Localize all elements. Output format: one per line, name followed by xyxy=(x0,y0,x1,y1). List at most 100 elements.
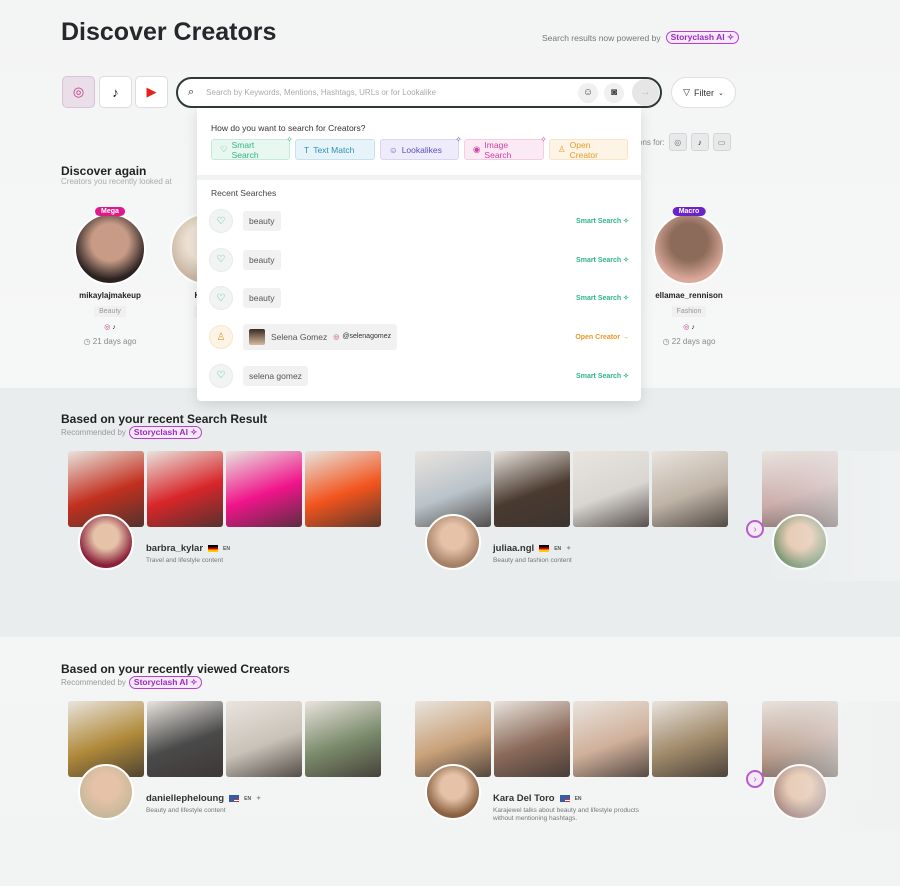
smart-search-icon: ♡ xyxy=(220,144,228,154)
flag-us-icon xyxy=(229,795,240,802)
mode-lookalikes-button[interactable]: ☺ Lookalikes ✧ xyxy=(380,135,462,160)
recent-search-action[interactable]: Smart Search ✧ xyxy=(576,294,629,302)
discover-again-title: Discover again xyxy=(61,164,147,178)
youtube-icon[interactable]: ▭ xyxy=(712,133,731,151)
recent-search-chip: beauty xyxy=(243,211,281,231)
tiktok-icon: ♪ xyxy=(112,324,116,331)
recent-search-item[interactable]: ♡ beauty Smart Search ✧ xyxy=(209,285,629,311)
recent-search-item[interactable]: ♡ beauty Smart Search ✧ xyxy=(209,247,629,273)
recent-searches-title: Recent Searches xyxy=(211,188,277,198)
category-tag: Fashion xyxy=(671,306,707,317)
recent-search-item[interactable]: ♡ selena gomez Smart Search ✧ xyxy=(209,363,629,389)
storyclash-ai-badge[interactable]: Storyclash AI ✧ xyxy=(665,31,740,44)
recent-search-chip: Selena Gomez ◎ @selenagomez xyxy=(243,324,398,351)
chevron-down-icon: ⌄ xyxy=(718,89,724,97)
submit-arrow-button[interactable]: → xyxy=(632,79,659,106)
post-thumbnail[interactable] xyxy=(226,451,302,527)
lightbulb-icon: ♡ xyxy=(209,286,233,311)
next-arrow-button[interactable]: › xyxy=(746,770,764,788)
recent-search-item[interactable]: ♙ Selena Gomez ◎ @selenagomez Open Creator → xyxy=(209,324,629,351)
last-viewed: ◷ 22 days ago xyxy=(662,337,716,346)
avatar xyxy=(78,514,134,570)
carousel-fade xyxy=(762,701,900,831)
post-thumbnail[interactable] xyxy=(573,701,649,777)
filter-button[interactable]: ▽ Filter ⌄ xyxy=(671,77,736,108)
post-thumbnail[interactable] xyxy=(226,701,302,777)
recent-search-action[interactable]: Smart Search ✧ xyxy=(576,372,629,380)
creator-description: Travel and lifestyle content xyxy=(146,557,224,564)
filter-icon: ▽ xyxy=(683,87,691,97)
avatar xyxy=(653,213,725,285)
clock-icon: ◷ xyxy=(662,337,672,346)
verified-icon: ✦ xyxy=(256,796,262,802)
search-icon: ⌕ xyxy=(188,86,195,98)
storyclash-ai-badge[interactable]: Storyclash AI ✧ xyxy=(128,676,203,689)
platform-tiktok-button[interactable]: ♪ xyxy=(99,76,132,108)
creator-description: Beauty and fashion content xyxy=(493,557,572,564)
search-dropdown: How do you want to search for Creators? … xyxy=(197,108,641,401)
lightbulb-icon: ♡ xyxy=(209,247,233,272)
tier-badge: Macro xyxy=(672,207,706,216)
image-search-icon: ◉ xyxy=(473,144,481,154)
creator-name-row: daniellepheloung EN ✦ xyxy=(146,793,262,804)
open-creator-icon: ♙ xyxy=(558,144,566,154)
post-thumbnail[interactable] xyxy=(147,451,223,527)
mode-open-creator-button[interactable]: ♙ Open Creator xyxy=(549,139,628,160)
lookalike-icon[interactable]: ☺ xyxy=(578,82,598,103)
platform-instagram-button[interactable]: ◎ xyxy=(62,76,95,108)
mode-image-search-button[interactable]: ◉ Image Search ✧ xyxy=(464,135,547,160)
creator-card[interactable]: Mega mikaylajmakeup Beauty ◎ ♪ ◷ 21 days ago xyxy=(62,207,158,346)
sparkle-icon: ✧ xyxy=(540,135,547,144)
flag-de-icon xyxy=(539,545,550,552)
creator-card[interactable]: Macro ellamae_rennison Fashion ◎ ♪ ◷ 22 days… xyxy=(641,207,737,346)
platforms: ◎ ♪ xyxy=(62,323,158,331)
storyclash-ai-badge[interactable]: Storyclash AI ✧ xyxy=(128,426,203,439)
camera-icon[interactable]: ◙ xyxy=(604,82,624,103)
recent-search-chip: beauty xyxy=(243,249,281,270)
creator-handle: ◎ @selenagomez xyxy=(333,333,392,342)
carousel-fade xyxy=(762,451,900,581)
creator-description: Karajewel talks about beauty and lifesty… xyxy=(493,807,639,822)
post-thumbnail[interactable] xyxy=(147,701,223,777)
creator-name: mikaylajmakeup xyxy=(79,291,141,300)
recent-search-action[interactable]: Smart Search ✧ xyxy=(576,256,629,264)
creator-name-row: Kara Del Toro EN xyxy=(493,793,582,804)
recent-search-title: Based on your recent Search Result xyxy=(61,412,268,426)
post-thumbnail[interactable] xyxy=(305,701,381,777)
post-thumbnail[interactable] xyxy=(494,451,570,527)
mode-text-match-button[interactable]: T Text Match xyxy=(295,139,375,160)
post-thumbnail[interactable] xyxy=(652,701,728,777)
instagram-icon: ◎ xyxy=(104,324,111,331)
lightbulb-icon: ♡ xyxy=(209,363,233,388)
next-arrow-button[interactable]: › xyxy=(746,520,764,538)
post-thumbnail[interactable] xyxy=(573,451,649,527)
lightbulb-icon: ♡ xyxy=(209,209,233,233)
recent-search-chip: selena gomez xyxy=(243,365,308,386)
recent-search-action[interactable]: Smart Search ✧ xyxy=(576,217,629,225)
avatar xyxy=(78,764,134,820)
search-input[interactable]: Search by Keywords, Mentions, Hashtags, … xyxy=(206,88,574,97)
recent-search-action[interactable]: Open Creator → xyxy=(575,334,629,341)
language: EN xyxy=(244,795,252,802)
recommended-creator[interactable]: daniellepheloung EN ✦ Beauty and lifestyle … xyxy=(68,701,384,831)
youtube-icon: ▶ xyxy=(146,84,157,99)
post-thumbnail[interactable] xyxy=(494,701,570,777)
recommended-creator[interactable]: juliaa.ngl EN ✦ Beauty and fashion content xyxy=(415,451,731,581)
instagram-icon[interactable]: ◎ xyxy=(668,133,687,151)
viewed-title: Based on your recently viewed Creators xyxy=(61,662,290,676)
language: EN xyxy=(223,545,230,552)
search-bar[interactable]: ⌕ Search by Keywords, Mentions, Hashtags… xyxy=(176,77,662,108)
post-thumbnail[interactable] xyxy=(305,451,381,527)
recent-search-chip: beauty xyxy=(243,288,281,309)
sparkle-icon: ✧ xyxy=(286,135,293,144)
clock-icon: ◷ xyxy=(83,337,93,346)
mode-smart-search-button[interactable]: ♡ Smart Search ✧ xyxy=(211,135,293,160)
tiktok-icon[interactable]: ♪ xyxy=(690,133,709,151)
platform-youtube-button[interactable]: ▶ xyxy=(135,76,168,108)
post-thumbnail[interactable] xyxy=(652,451,728,527)
tiktok-icon: ♪ xyxy=(691,324,695,331)
recent-search-item[interactable]: ♡ beauty Smart Search ✧ xyxy=(209,208,629,234)
recommended-creator[interactable]: Kara Del Toro EN Karajewel talks about bea… xyxy=(415,701,731,831)
recommended-creator[interactable]: barbra_kylar EN Travel and lifestyle conte… xyxy=(68,451,384,581)
instagram-icon: ◎ xyxy=(72,84,85,99)
